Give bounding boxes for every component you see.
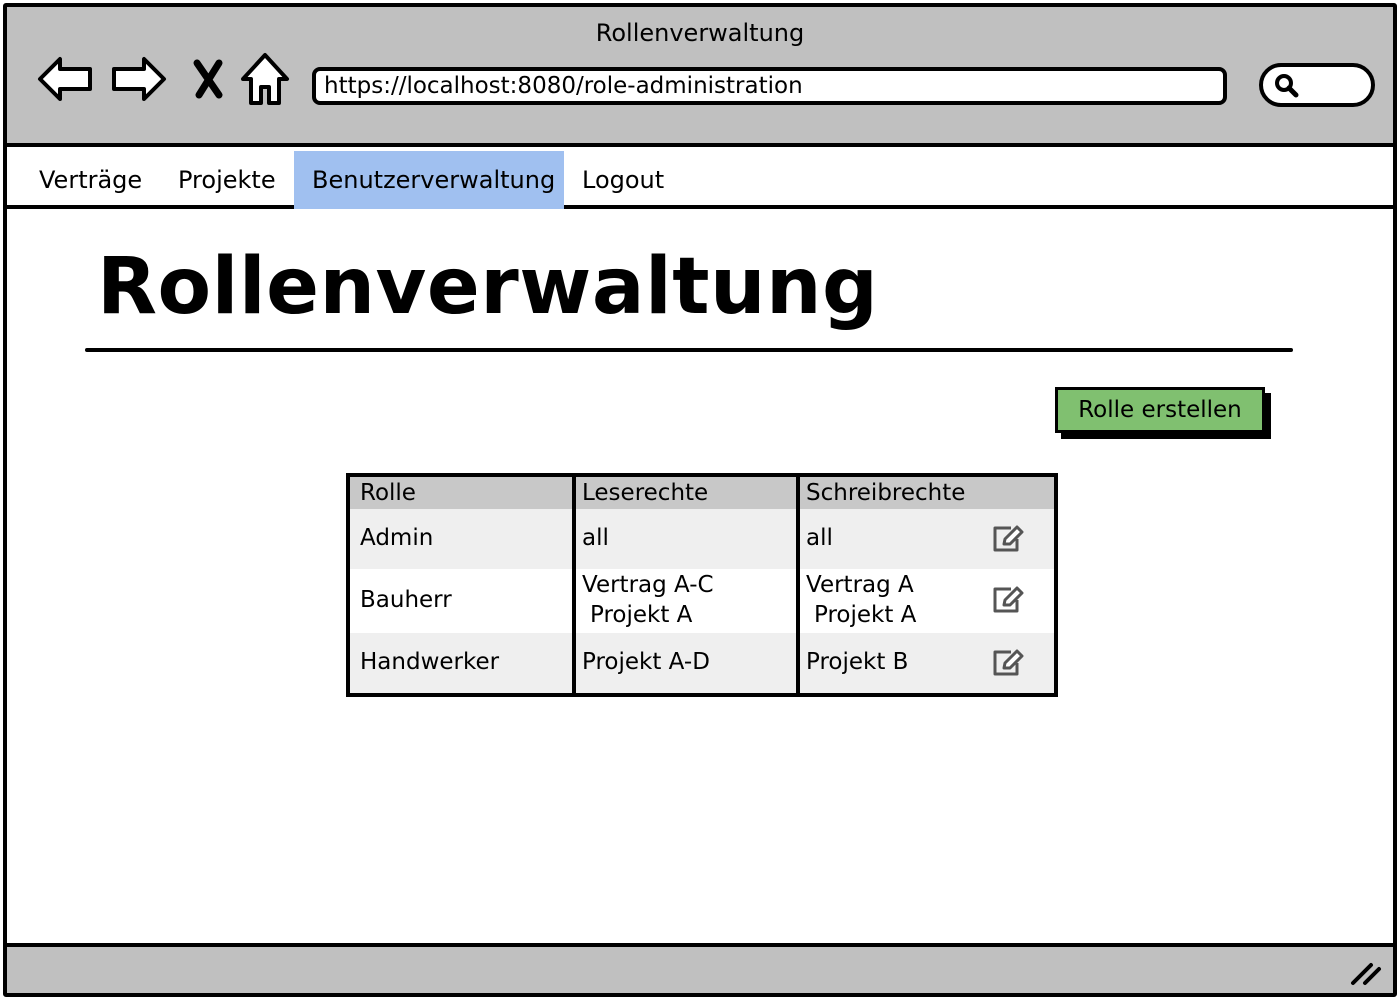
read-permissions: all: [582, 525, 609, 552]
browser-chrome: Rollenverwaltung https://localhost:8080/…: [7, 7, 1393, 147]
url-input[interactable]: https://localhost:8080/role-administrati…: [312, 67, 1227, 105]
main-navigation: Verträge Projekte Benutzerverwaltung Log…: [7, 151, 1393, 209]
table-row[interactable]: Handwerker Projekt A-D Projekt B: [350, 633, 1054, 693]
resize-grip-icon[interactable]: [1347, 957, 1383, 987]
role-name: Bauherr: [360, 587, 452, 614]
table-header-row: Rolle Leserechte Schreibrechte: [350, 477, 1054, 509]
table-row[interactable]: Bauherr Vertrag A-C Projekt A Vertrag A …: [350, 569, 1054, 633]
role-name: Admin: [360, 525, 434, 552]
nav-item-benutzerverwaltung[interactable]: Benutzerverwaltung: [294, 151, 564, 209]
heading-divider: [85, 348, 1293, 352]
browser-search-field[interactable]: [1259, 63, 1375, 107]
column-header-schreibrechte[interactable]: Schreibrechte: [800, 477, 980, 509]
create-role-button[interactable]: Rolle erstellen: [1055, 387, 1265, 433]
edit-icon[interactable]: [990, 524, 1026, 554]
back-arrow-icon[interactable]: [35, 49, 95, 109]
window-title: Rollenverwaltung: [595, 19, 805, 47]
roles-table: Rolle Leserechte Schreibrechte Admin all…: [346, 473, 1058, 697]
column-divider: [572, 477, 576, 693]
column-header-rolle[interactable]: Rolle: [354, 477, 572, 509]
write-permissions: all: [806, 525, 833, 552]
search-icon: [1275, 74, 1299, 98]
nav-item-vertraege[interactable]: Verträge: [21, 151, 160, 209]
role-name: Handwerker: [360, 649, 500, 676]
read-permissions: Vertrag A-C Projekt A: [582, 572, 714, 628]
write-permissions: Projekt B: [806, 649, 909, 676]
column-header-leserechte[interactable]: Leserechte: [576, 477, 796, 509]
page-title: Rollenverwaltung: [97, 242, 879, 332]
column-divider: [796, 477, 800, 693]
nav-item-projekte[interactable]: Projekte: [160, 151, 294, 209]
write-permissions: Vertrag A Projekt A: [806, 572, 917, 628]
home-icon[interactable]: [235, 49, 295, 109]
read-permissions: Projekt A-D: [582, 649, 710, 676]
nav-item-logout[interactable]: Logout: [564, 151, 682, 209]
edit-icon[interactable]: [990, 585, 1026, 615]
edit-icon[interactable]: [990, 648, 1026, 678]
forward-arrow-icon[interactable]: [109, 49, 169, 109]
table-row[interactable]: Admin all all: [350, 509, 1054, 569]
close-x-icon[interactable]: [179, 49, 239, 109]
browser-window: Rollenverwaltung https://localhost:8080/…: [3, 3, 1397, 997]
status-bar: [7, 943, 1393, 993]
